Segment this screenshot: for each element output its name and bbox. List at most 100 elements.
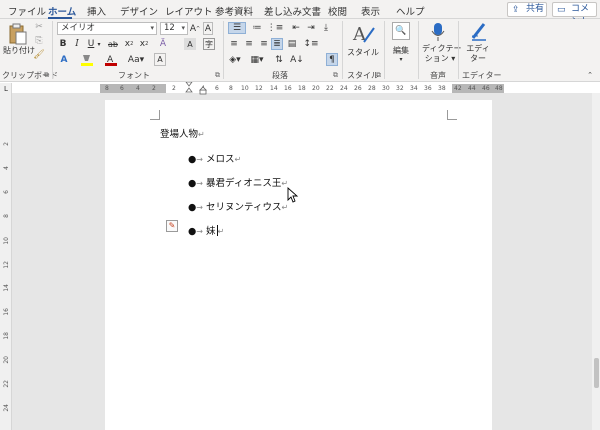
italic-button[interactable]: I bbox=[72, 38, 82, 50]
decrease-indent-icon[interactable]: ⇤ bbox=[290, 22, 302, 34]
text-effects-icon[interactable]: A bbox=[58, 53, 70, 66]
chevron-down-icon[interactable]: ▾ bbox=[396, 55, 406, 63]
tab-insert[interactable]: 挿入 bbox=[87, 4, 106, 18]
ruler-tick: 4 bbox=[136, 85, 140, 92]
indent-markers[interactable] bbox=[184, 82, 224, 96]
tab-file[interactable]: ファイル bbox=[8, 4, 46, 18]
asian-layout-icon[interactable]: ⤓ bbox=[320, 22, 332, 34]
dictate-label: ディクテー ション ▾ bbox=[422, 44, 462, 63]
styles-launcher-icon[interactable]: ⧉ bbox=[376, 71, 381, 80]
font-size-combo[interactable]: 12 ▾ bbox=[160, 22, 188, 35]
group-divider bbox=[384, 21, 385, 79]
line-spacing-icon[interactable]: ↕≡ bbox=[303, 38, 318, 50]
comment-icon: ▭ bbox=[557, 5, 566, 15]
document-page[interactable] bbox=[105, 100, 492, 430]
align-left-icon[interactable]: ≡ bbox=[228, 38, 240, 50]
search-icon[interactable]: 🔍 bbox=[392, 22, 410, 40]
strikethrough-button[interactable]: ab bbox=[106, 38, 120, 50]
group-divider bbox=[223, 21, 224, 79]
ruler-tick: 32 bbox=[396, 85, 404, 92]
ruler-tick: 34 bbox=[410, 85, 418, 92]
tab-view[interactable]: 表示 bbox=[361, 4, 380, 18]
format-painter-icon[interactable]: 🖌 bbox=[33, 50, 44, 60]
tab-home[interactable]: ホーム bbox=[48, 4, 76, 18]
list-item[interactable]: ●→ セリヌンティウス↵ bbox=[188, 199, 288, 213]
tab-mark: → bbox=[196, 155, 203, 164]
ruler-tick: 8 bbox=[105, 85, 109, 92]
collapse-ribbon-icon[interactable]: ⌃ bbox=[585, 71, 595, 79]
shading-icon[interactable]: ◈▾ bbox=[228, 53, 242, 66]
dictate-button[interactable] bbox=[430, 22, 446, 42]
tab-selector-icon[interactable]: L bbox=[2, 85, 10, 93]
align-right-icon[interactable]: ≡ bbox=[258, 38, 270, 50]
ribbon-tabs: ファイル ホーム 挿入 デザイン レイアウト 参考資料 差し込み文書 校閲 表示… bbox=[0, 0, 600, 27]
multilevel-list-button[interactable]: ⋮≡ bbox=[267, 22, 284, 34]
dictate-label-line2: ション bbox=[424, 54, 449, 63]
ruler-tick: 20 bbox=[312, 85, 320, 92]
character-border-icon[interactable]: A bbox=[154, 53, 166, 66]
tab-mailings[interactable]: 差し込み文書 bbox=[264, 4, 321, 18]
font-color-button[interactable]: A bbox=[104, 53, 118, 66]
font-launcher-icon[interactable]: ⧉ bbox=[215, 71, 220, 80]
phonetic-guide-icon[interactable]: Ä bbox=[156, 38, 170, 50]
ruler-tick: 14 bbox=[270, 85, 278, 92]
copy-icon[interactable]: ⎘ bbox=[34, 36, 44, 46]
chevron-down-icon[interactable]: ▾ bbox=[96, 38, 102, 50]
superscript-button[interactable]: x2 bbox=[139, 38, 149, 50]
paste-button[interactable] bbox=[6, 23, 28, 45]
document-heading[interactable]: 登場人物↵ bbox=[160, 126, 205, 140]
font-name-combo[interactable]: メイリオ ▾ bbox=[57, 22, 157, 35]
enclose-character-icon[interactable]: 字 bbox=[203, 38, 215, 50]
ruler-tick: 24 bbox=[340, 85, 348, 92]
sort-az-icon[interactable]: A↓ bbox=[290, 53, 304, 66]
character-shading-icon[interactable]: A bbox=[184, 38, 196, 50]
bold-button[interactable]: B bbox=[58, 38, 68, 50]
distributed-icon[interactable]: ▤ bbox=[286, 38, 298, 50]
numbering-button[interactable]: ≔ bbox=[250, 22, 264, 34]
share-button[interactable]: ⇪ 共有 bbox=[507, 2, 547, 17]
ruler-tick: 42 bbox=[454, 85, 462, 92]
list-item[interactable]: ●→ 暴君ディオニス王↵ bbox=[188, 175, 288, 189]
tab-review[interactable]: 校閲 bbox=[328, 4, 347, 18]
ruler-tick: 10 bbox=[3, 237, 10, 245]
bullets-button[interactable]: ☰ bbox=[228, 22, 246, 34]
list-item-text: メロス bbox=[206, 154, 235, 165]
ruler-tick: 26 bbox=[354, 85, 362, 92]
borders-icon[interactable]: ▦▾ bbox=[250, 53, 264, 66]
subscript-button[interactable]: x2 bbox=[124, 38, 134, 50]
group-divider bbox=[418, 21, 419, 79]
tab-help[interactable]: ヘルプ bbox=[396, 4, 425, 18]
comments-button[interactable]: ▭コメント bbox=[552, 2, 597, 27]
cut-icon[interactable]: ✂ bbox=[34, 22, 44, 32]
paste-options-icon[interactable]: ✎ bbox=[166, 220, 178, 232]
clipboard-launcher-icon[interactable]: ⧉ bbox=[44, 71, 49, 80]
editor-button[interactable] bbox=[470, 22, 488, 42]
tab-design[interactable]: デザイン bbox=[120, 4, 158, 18]
list-item-text: セリヌンティウス bbox=[206, 202, 282, 213]
tab-mark: → bbox=[196, 203, 203, 212]
clear-format-icon[interactable]: A bbox=[203, 22, 213, 35]
align-center-icon[interactable]: ≡ bbox=[243, 38, 255, 50]
list-item[interactable]: ●→ 妹 ↵ bbox=[188, 223, 224, 237]
show-formatting-icon[interactable]: ¶ bbox=[326, 53, 338, 66]
list-item[interactable]: ●→ メロス↵ bbox=[188, 151, 241, 165]
tab-layout[interactable]: レイアウト bbox=[165, 4, 213, 18]
tab-references[interactable]: 参考資料 bbox=[215, 4, 253, 18]
change-case-icon[interactable]: Aa▾ bbox=[128, 53, 144, 66]
underline-button[interactable]: U bbox=[86, 38, 96, 50]
justify-icon[interactable]: ≣ bbox=[271, 38, 283, 50]
scrollbar-thumb[interactable] bbox=[594, 358, 599, 388]
ruler-tick: 20 bbox=[3, 356, 10, 364]
sort-icon[interactable]: ⇅ bbox=[272, 53, 286, 66]
paragraph-mark: ↵ bbox=[198, 130, 205, 139]
font-name-value: メイリオ bbox=[61, 23, 96, 33]
styles-button[interactable]: A bbox=[350, 22, 376, 46]
voice-group-label: 音声 bbox=[430, 71, 446, 80]
ruler-tick: 16 bbox=[284, 85, 292, 92]
ruler-tick: 22 bbox=[3, 380, 10, 388]
ruler-tick: 2 bbox=[3, 142, 10, 146]
highlight-color-button[interactable] bbox=[80, 53, 94, 66]
paragraph-launcher-icon[interactable]: ⧉ bbox=[333, 71, 338, 80]
increase-indent-icon[interactable]: ⇥ bbox=[305, 22, 317, 34]
grow-font-icon[interactable]: A ^ bbox=[190, 22, 200, 35]
